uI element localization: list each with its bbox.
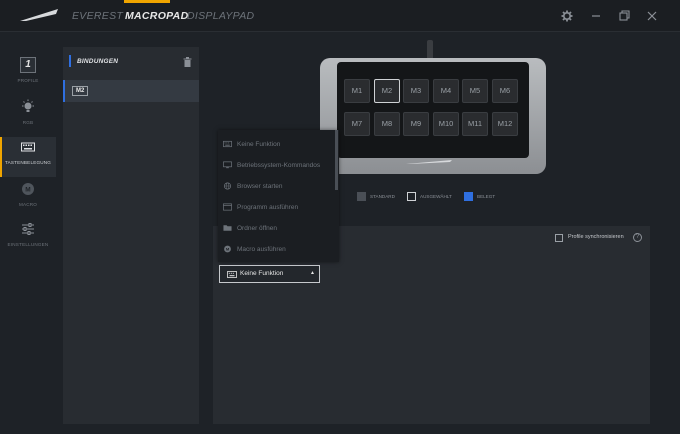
close-icon[interactable]	[644, 8, 660, 24]
dropdown-option-label: Ordner öffnen	[237, 225, 277, 232]
dropdown-option-label: Betriebssystem-Kommandos	[237, 162, 321, 169]
keyboard-icon	[21, 142, 35, 152]
bindings-title: BINDUNGEN	[77, 58, 119, 65]
dropdown-option[interactable]: Keine Funktion	[218, 134, 339, 154]
key-m3[interactable]: M3	[403, 79, 429, 103]
dropdown-option[interactable]: Betriebssystem-Kommandos	[218, 155, 339, 175]
dropdown-option[interactable]: Ordner öffnen	[218, 218, 339, 238]
profile-number: 1	[25, 59, 31, 70]
dropdown-option[interactable]: Browser starten	[218, 176, 339, 196]
folder-icon	[223, 225, 232, 231]
tab-everest[interactable]: EVEREST	[72, 10, 123, 22]
legend-assigned-swatch	[464, 192, 473, 201]
legend-assigned-label: BELEGT	[477, 194, 496, 199]
restore-icon[interactable]	[616, 8, 632, 24]
svg-text:M: M	[25, 187, 30, 194]
tab-macropad[interactable]: MACROPAD	[125, 10, 188, 22]
monitor-icon	[223, 161, 232, 169]
key-m11[interactable]: M11	[462, 112, 488, 136]
binding-row[interactable]: M2	[63, 80, 199, 102]
binding-key-tag: M2	[72, 86, 89, 96]
header-accent	[69, 55, 71, 67]
function-dropdown[interactable]: Keine Funktion ▲	[219, 265, 320, 283]
sidebar-item-macro[interactable]: M MACRO	[0, 179, 56, 219]
sidebar-item-tastenbelegung[interactable]: TASTENBELEGUNG	[0, 137, 56, 177]
sync-checkbox[interactable]	[555, 234, 563, 242]
sliders-icon	[22, 223, 34, 235]
row-accent	[63, 80, 65, 102]
macropad-device: M1 M2 M3 M4 M5 M6 M7 M8 M9 M10 M11 M12	[320, 40, 546, 174]
dropdown-option-label: Programm ausführen	[237, 204, 299, 211]
tab-displaypad[interactable]: DISPLAYPAD	[187, 10, 254, 22]
key-m9[interactable]: M9	[403, 112, 429, 136]
sidebar-item-label: MACRO	[18, 202, 38, 207]
sidebar-item-rgb[interactable]: RGB	[0, 97, 56, 137]
device-logo-stripe	[406, 160, 452, 164]
key-grid: M1 M2 M3 M4 M5 M6 M7 M8 M9 M10 M11 M12	[337, 62, 529, 158]
sidebar-item-label: EINSTELLUNGEN	[7, 242, 49, 247]
trash-icon[interactable]	[183, 57, 192, 67]
sidebar-item-label: TASTENBELEGUNG	[4, 160, 52, 165]
sync-label: Profile synchronisieren	[568, 234, 624, 240]
help-glyph: ?	[635, 234, 640, 240]
macro-icon: M	[224, 245, 231, 253]
caret-up-icon: ▲	[310, 270, 315, 276]
legend-selected-swatch	[407, 192, 416, 201]
logo	[20, 9, 58, 21]
key-m6[interactable]: M6	[492, 79, 518, 103]
bindings-header: BINDUNGEN	[63, 47, 199, 77]
minimize-icon[interactable]	[588, 8, 604, 24]
light-bulb-icon	[22, 99, 34, 112]
gear-icon[interactable]	[559, 8, 575, 24]
key-m2[interactable]: M2	[374, 79, 400, 103]
dropdown-option[interactable]: M Macro ausführen	[218, 239, 339, 259]
help-icon[interactable]: ?	[633, 233, 642, 242]
active-indicator	[0, 137, 2, 177]
key-m12[interactable]: M12	[492, 112, 518, 136]
key-m5[interactable]: M5	[462, 79, 488, 103]
legend-standard-label: STANDARD	[370, 194, 395, 199]
function-dropdown-menu: Keine Funktion Betriebssystem-Kommandos …	[218, 130, 339, 262]
dropdown-option-label: Keine Funktion	[237, 141, 281, 148]
key-m8[interactable]: M8	[374, 112, 400, 136]
sidebar-item-label: RGB	[22, 120, 34, 125]
sidebar-item-profile[interactable]: 1 PROFILE	[0, 55, 56, 95]
keyboard-icon	[223, 140, 232, 148]
sidebar: 1 PROFILE RGB TASTENBELEGUNG M MACRO EIN…	[0, 33, 56, 434]
sidebar-item-einstellungen[interactable]: EINSTELLUNGEN	[0, 219, 56, 259]
dropdown-option-label: Macro ausführen	[237, 246, 286, 253]
key-m7[interactable]: M7	[344, 112, 370, 136]
dropdown-option[interactable]: Programm ausführen	[218, 197, 339, 217]
window-icon	[223, 203, 232, 211]
keyboard-icon	[227, 271, 237, 278]
legend-selected-label: AUSGEWÄHLT	[420, 194, 452, 199]
sidebar-item-label: PROFILE	[17, 78, 39, 83]
top-bar: EVEREST MACROPAD DISPLAYPAD	[0, 0, 680, 32]
key-m10[interactable]: M10	[433, 112, 459, 136]
key-m1[interactable]: M1	[344, 79, 370, 103]
dropdown-option-label: Browser starten	[237, 183, 283, 190]
profile-icon: 1	[20, 57, 36, 73]
macro-icon: M	[22, 183, 34, 195]
globe-icon	[223, 182, 232, 190]
legend-standard-swatch	[357, 192, 366, 201]
device-body: M1 M2 M3 M4 M5 M6 M7 M8 M9 M10 M11 M12	[320, 58, 546, 174]
active-tab-indicator	[124, 0, 170, 3]
bindings-panel: BINDUNGEN M2	[63, 47, 199, 424]
key-m4[interactable]: M4	[433, 79, 459, 103]
dropdown-selected-value: Keine Funktion	[240, 270, 284, 277]
